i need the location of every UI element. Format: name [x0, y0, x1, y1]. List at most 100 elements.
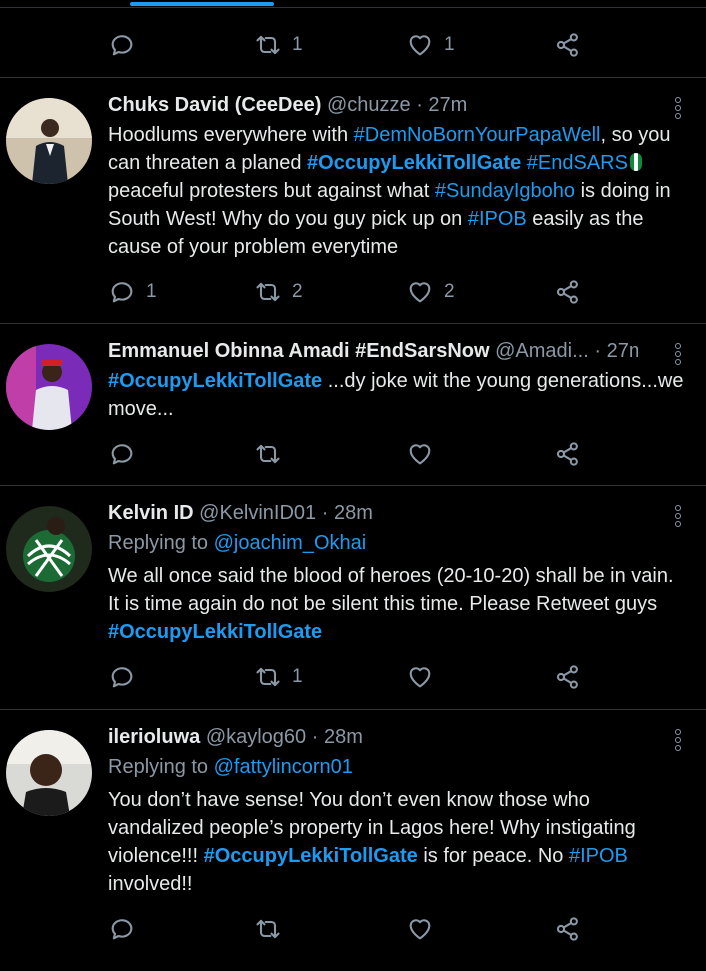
tweet-time[interactable]: · 27m — [594, 340, 638, 362]
avatar[interactable] — [6, 98, 92, 184]
tab-bar — [0, 0, 706, 8]
reply-button[interactable]: 1 — [108, 274, 157, 310]
tweet-actions: 1 2 2 — [108, 274, 588, 310]
retweet-button[interactable] — [254, 911, 292, 947]
hashtag-link[interactable]: #IPOB — [569, 845, 628, 867]
reply-count: 1 — [146, 281, 157, 302]
retweet-icon — [256, 667, 280, 687]
share-button[interactable] — [554, 436, 582, 472]
tweet-actions-top: 1 1 — [108, 27, 588, 63]
tweet[interactable]: Kelvin ID @KelvinID01 · 28m Replying to … — [0, 485, 706, 709]
like-count: 2 — [444, 281, 455, 302]
retweet-icon — [256, 444, 280, 464]
retweet-icon — [256, 35, 280, 55]
retweet-count: 2 — [292, 281, 303, 302]
share-button[interactable] — [554, 911, 582, 947]
avatar-photo — [6, 98, 92, 184]
avatar[interactable] — [6, 506, 92, 592]
heart-icon — [409, 282, 431, 303]
retweet-button[interactable]: 2 — [254, 274, 303, 310]
like-button[interactable] — [406, 659, 444, 695]
tweet[interactable]: Emmanuel Obinna Amadi #EndSarsNow @Amadi… — [0, 323, 706, 485]
share-button[interactable] — [554, 659, 582, 695]
avatar-photo — [6, 730, 92, 816]
hashtag-link[interactable]: #EndSARS — [527, 152, 628, 174]
active-tab-indicator — [130, 2, 274, 6]
display-name[interactable]: Chuks David (CeeDee) — [108, 94, 321, 116]
reply-icon — [111, 667, 133, 688]
tweet-actions: 1 — [108, 659, 588, 695]
display-name[interactable]: ilerioluwa — [108, 726, 200, 748]
hashtag-link[interactable]: #OccupyLekkiTollGate — [204, 845, 418, 867]
tweet-header: Chuks David (CeeDee) @chuzze · 27m — [108, 94, 648, 122]
share-icon — [556, 665, 578, 689]
user-handle[interactable]: @Amadi... — [495, 340, 589, 362]
tweet[interactable]: ilerioluwa @kaylog60 · 28m Replying to @… — [0, 709, 706, 971]
like-button[interactable]: 2 — [406, 274, 455, 310]
avatar-photo — [6, 344, 92, 430]
retweet-count: 1 — [292, 34, 303, 55]
like-count: 1 — [444, 34, 455, 55]
hashtag-link[interactable]: #SundayIgboho — [435, 180, 575, 202]
replying-to: Replying to @joachim_Okhai — [108, 532, 367, 554]
share-icon — [556, 280, 578, 304]
tweet[interactable]: Chuks David (CeeDee) @chuzze · 27m Hoodl… — [0, 77, 706, 323]
tweet-header: Kelvin ID @KelvinID01 · 28m — [108, 502, 648, 530]
like-button[interactable] — [406, 436, 444, 472]
share-button[interactable] — [554, 274, 582, 310]
hashtag-link[interactable]: #OccupyLekkiTollGate — [108, 370, 322, 392]
hashtag-link[interactable]: #OccupyLekkiTollGate — [307, 152, 521, 174]
tweet-time[interactable]: · 28m — [322, 502, 373, 524]
like-button[interactable] — [406, 911, 444, 947]
tweet-time[interactable]: · 28m — [312, 726, 363, 748]
user-handle[interactable]: @KelvinID01 — [199, 502, 316, 524]
reply-icon — [111, 444, 133, 465]
retweet-count: 1 — [292, 666, 303, 687]
hashtag-link[interactable]: #IPOB — [468, 208, 527, 230]
heart-icon — [409, 667, 431, 688]
avatar-photo — [6, 506, 92, 592]
share-icon — [556, 917, 578, 941]
like-button[interactable]: 1 — [406, 27, 455, 63]
retweet-button[interactable]: 1 — [254, 27, 303, 63]
mention-link[interactable]: @joachim_Okhai — [214, 532, 367, 554]
reply-button[interactable] — [108, 659, 146, 695]
retweet-button[interactable]: 1 — [254, 659, 303, 695]
retweet-icon — [256, 919, 280, 939]
tweet-text: #OccupyLekkiTollGate ...dy joke wit the … — [108, 370, 684, 420]
more-vertical-icon[interactable] — [668, 728, 688, 754]
tweet-text: Hoodlums everywhere with #DemNoBornYourP… — [108, 124, 671, 258]
avatar[interactable] — [6, 730, 92, 816]
retweet-icon — [256, 282, 280, 302]
reply-icon — [111, 919, 133, 940]
more-vertical-icon[interactable] — [668, 504, 688, 530]
tweet-text: We all once said the blood of heroes (20… — [108, 565, 674, 643]
tweet-header: Emmanuel Obinna Amadi #EndSarsNow @Amadi… — [108, 340, 638, 368]
more-vertical-icon[interactable] — [668, 96, 688, 122]
tweet-header: ilerioluwa @kaylog60 · 28m — [108, 726, 648, 754]
user-handle[interactable]: @chuzze — [327, 94, 411, 116]
avatar[interactable] — [6, 344, 92, 430]
heart-icon — [409, 919, 431, 940]
mention-link[interactable]: @fattylincorn01 — [214, 756, 353, 778]
share-icon — [556, 33, 578, 57]
retweet-button[interactable] — [254, 436, 292, 472]
more-vertical-icon[interactable] — [668, 342, 688, 368]
reply-button[interactable] — [108, 911, 146, 947]
nigeria-flag-emoji — [629, 153, 642, 171]
user-handle[interactable]: @kaylog60 — [206, 726, 306, 748]
heart-icon — [409, 444, 431, 465]
heart-icon — [409, 35, 431, 56]
reply-icon — [111, 35, 133, 56]
tweet-time[interactable]: · 27m — [416, 94, 467, 116]
tweet-text: You don’t have sense! You don’t even kno… — [108, 789, 636, 895]
share-button[interactable] — [554, 27, 582, 63]
reply-button[interactable] — [108, 436, 146, 472]
hashtag-link[interactable]: #DemNoBornYourPapaWell — [354, 124, 601, 146]
tweet-actions — [108, 911, 588, 947]
display-name[interactable]: Kelvin ID — [108, 502, 194, 524]
reply-button[interactable] — [108, 27, 146, 63]
hashtag-link[interactable]: #OccupyLekkiTollGate — [108, 621, 322, 643]
replying-to: Replying to @fattylincorn01 — [108, 756, 353, 778]
display-name[interactable]: Emmanuel Obinna Amadi #EndSarsNow — [108, 340, 490, 362]
